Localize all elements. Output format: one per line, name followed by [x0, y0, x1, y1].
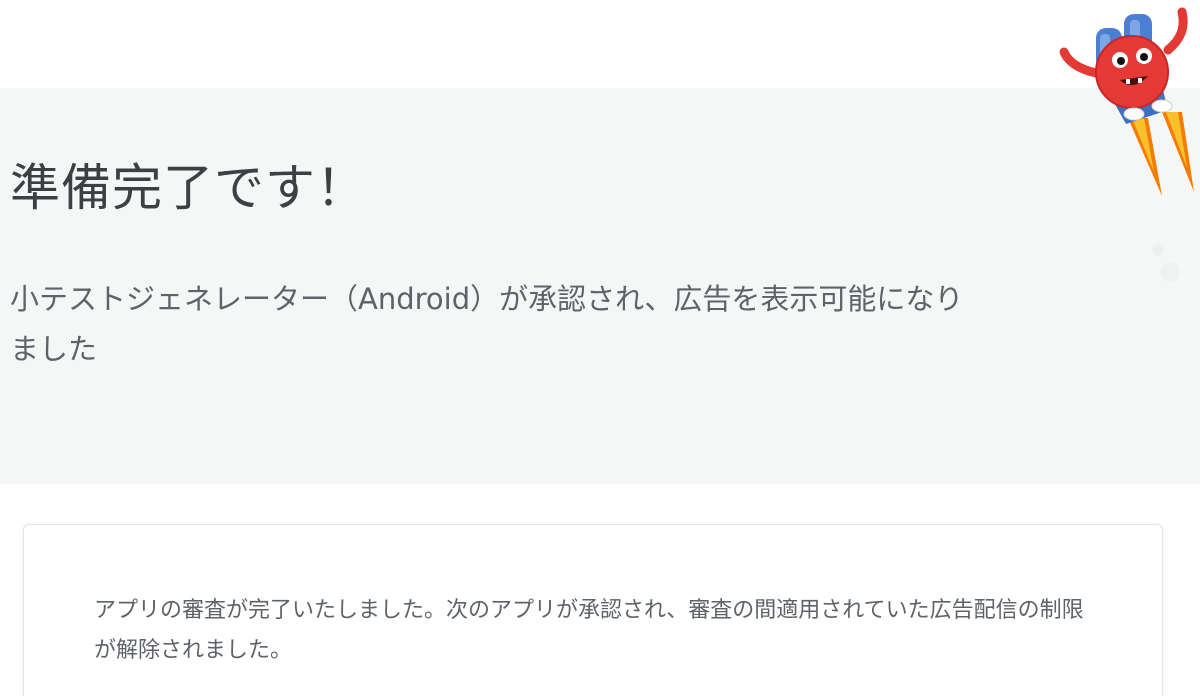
jetpack-monster-mascot-icon [1040, 0, 1200, 300]
page-title: 準備完了です！ [10, 159, 367, 217]
approval-page: 準備完了です！ 小テストジェネレーター（Android）が承認され、広告を表示可… [0, 0, 1200, 696]
page-subtitle: 小テストジェネレーター（Android）が承認され、広告を表示可能になりました [10, 282, 964, 366]
notification-message: アプリの審査が完了いたしました。次のアプリが承認され、審査の間適用されていた広告… [94, 598, 1084, 663]
notification-card: アプリの審査が完了いたしました。次のアプリが承認され、審査の間適用されていた広告… [23, 524, 1163, 696]
